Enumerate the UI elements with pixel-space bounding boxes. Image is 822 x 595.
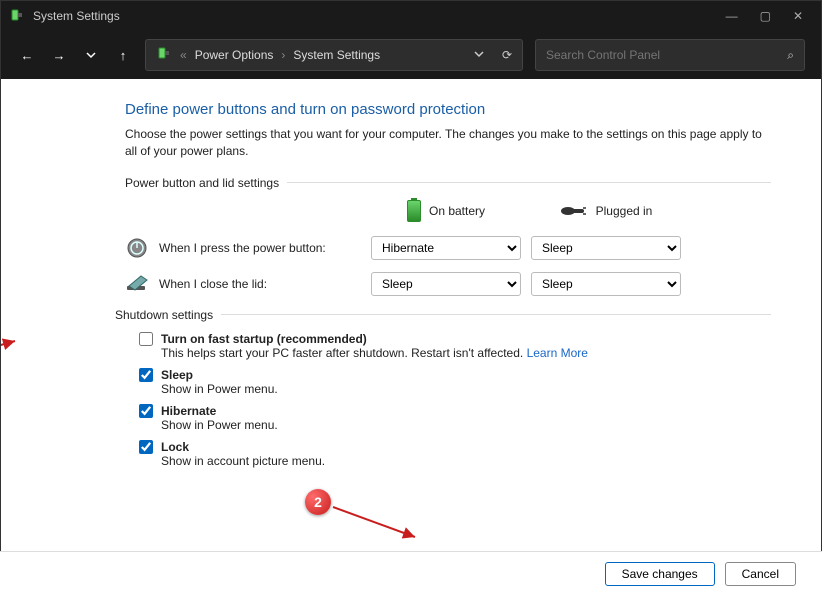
column-plugged-in: Plugged in: [531, 204, 681, 218]
forward-button[interactable]: →: [49, 48, 69, 63]
section-shutdown: Shutdown settings: [115, 308, 771, 322]
power-button-label: When I press the power button:: [159, 241, 326, 255]
page-description: Choose the power settings that you want …: [125, 126, 771, 160]
app-icon: [9, 8, 25, 24]
lid-icon: [125, 272, 149, 296]
up-button[interactable]: ↑: [113, 48, 133, 63]
fast-startup-desc: This helps start your PC faster after sh…: [161, 346, 771, 360]
close-button[interactable]: ✕: [793, 9, 803, 23]
back-button[interactable]: ←: [17, 48, 37, 63]
column-on-battery: On battery: [371, 200, 521, 222]
address-dropdown-icon[interactable]: [474, 48, 484, 62]
maximize-button[interactable]: ▢: [760, 9, 771, 23]
fast-startup-checkbox[interactable]: Turn on fast startup (recommended): [139, 332, 771, 346]
learn-more-link[interactable]: Learn More: [527, 346, 588, 360]
cancel-button[interactable]: Cancel: [725, 562, 796, 586]
lock-checkbox[interactable]: Lock: [139, 440, 771, 454]
sleep-checkbox[interactable]: Sleep: [139, 368, 771, 382]
recent-dropdown[interactable]: [81, 50, 101, 60]
plug-icon: [560, 204, 588, 218]
power-button-icon: [125, 236, 149, 260]
breadcrumb-power-options[interactable]: Power Options: [195, 48, 274, 62]
search-icon[interactable]: ⌕: [787, 48, 794, 63]
address-bar[interactable]: « Power Options › System Settings ⟳: [145, 39, 523, 71]
annotation-2: 2: [305, 489, 331, 515]
battery-icon: [407, 200, 421, 222]
lid-plugged-select[interactable]: Sleep: [531, 272, 681, 296]
breadcrumb-system-settings[interactable]: System Settings: [293, 48, 380, 62]
navigation-bar: ← → ↑ « Power Options › System Settings …: [1, 31, 821, 79]
section-power-button-lid: Power button and lid settings: [125, 176, 771, 190]
sleep-desc: Show in Power menu.: [161, 382, 771, 396]
lock-desc: Show in account picture menu.: [161, 454, 771, 468]
page-title: Define power buttons and turn on passwor…: [125, 101, 771, 118]
titlebar: System Settings — ▢ ✕: [1, 1, 821, 31]
hibernate-desc: Show in Power menu.: [161, 418, 771, 432]
footer: Save changes Cancel: [0, 551, 822, 595]
lid-battery-select[interactable]: Sleep: [371, 272, 521, 296]
chevron-right-icon: ›: [281, 48, 285, 62]
chevron-left-icon: «: [180, 48, 187, 62]
hibernate-checkbox[interactable]: Hibernate: [139, 404, 771, 418]
save-button[interactable]: Save changes: [605, 562, 715, 586]
window-title: System Settings: [33, 9, 726, 23]
lid-label: When I close the lid:: [159, 277, 267, 291]
content-area: Define power buttons and turn on passwor…: [1, 79, 821, 552]
minimize-button[interactable]: —: [726, 9, 738, 23]
search-input[interactable]: [546, 48, 787, 62]
search-box[interactable]: ⌕: [535, 39, 805, 71]
address-icon: [156, 46, 172, 65]
power-button-battery-select[interactable]: Hibernate: [371, 236, 521, 260]
power-button-plugged-select[interactable]: Sleep: [531, 236, 681, 260]
refresh-button[interactable]: ⟳: [502, 48, 512, 62]
